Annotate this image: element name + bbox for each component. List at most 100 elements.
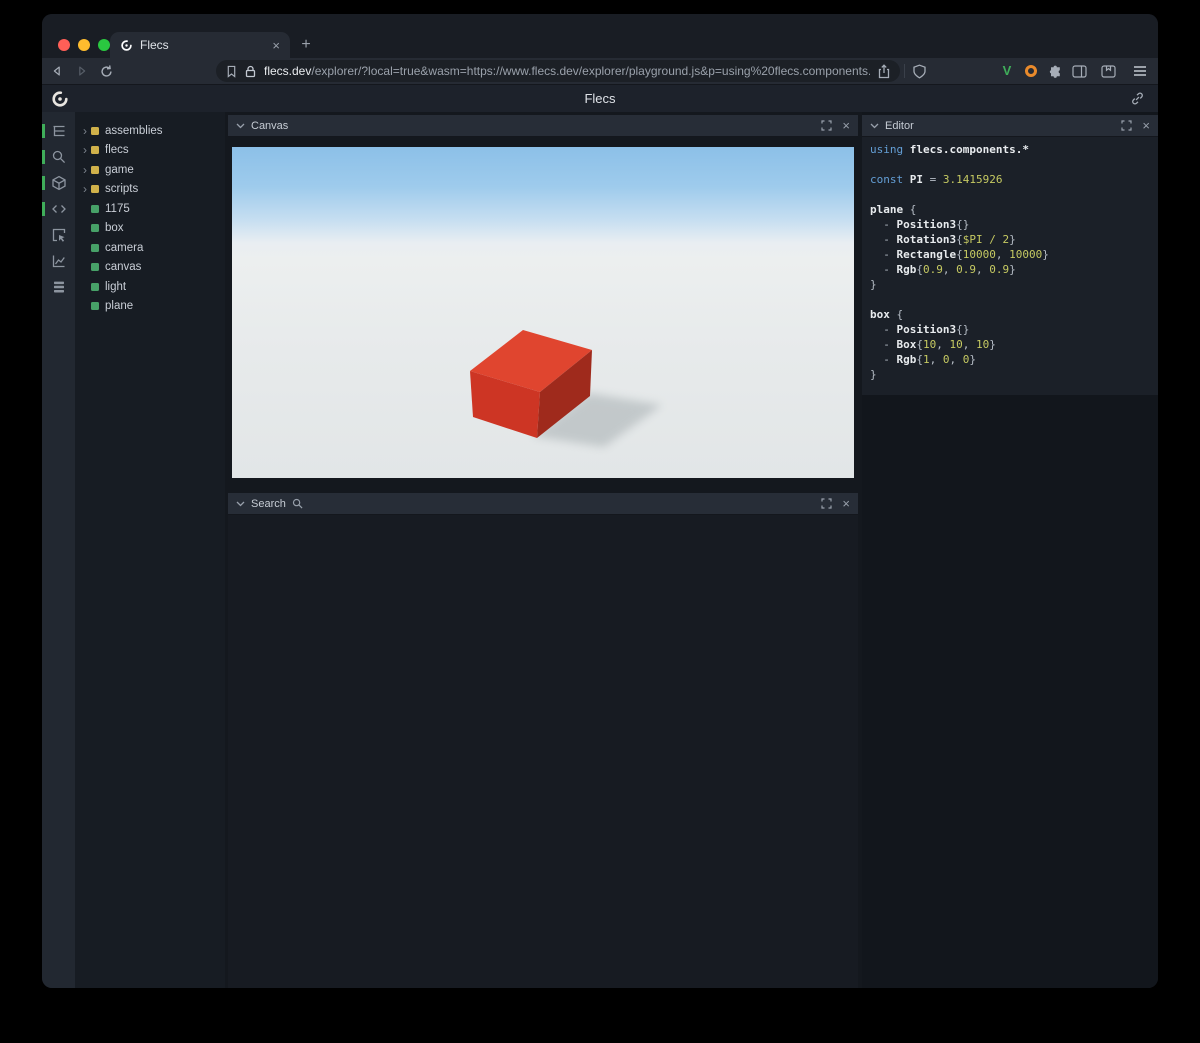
url-domain: flecs.dev [264,64,312,78]
tab-strip: Flecs × + [42,14,1158,58]
tree-item-label: assemblies [105,124,163,137]
cube-icon [51,175,67,191]
tree-item-box[interactable]: box [75,219,225,239]
tab-close-icon[interactable]: × [272,39,280,52]
active-indicator [42,124,45,138]
expand-panel-icon[interactable] [821,498,833,509]
chevron-down-icon[interactable] [236,501,245,507]
expand-chevron-icon[interactable]: › [79,125,91,137]
expand-panel-icon[interactable] [1121,120,1133,131]
rail-button-code[interactable] [42,196,75,222]
rail-button-inspect[interactable] [42,222,75,248]
canvas-panel-header: Canvas × [228,115,858,137]
entity-color-square-icon [91,302,99,311]
chevron-down-icon[interactable] [236,123,245,129]
expand-chevron-icon[interactable]: › [79,144,91,156]
tree-item-flecs[interactable]: › flecs [75,141,225,161]
code-line: - Box{10, 10, 10} [870,338,996,351]
code-area[interactable]: using flecs.components.* const PI = 3.14… [870,142,1150,382]
browser-window: Flecs × + flecs.dev/explorer/?local=true… [42,14,1158,988]
expand-chevron-icon[interactable]: › [79,164,91,176]
reading-list-icon[interactable] [1100,63,1116,79]
extensions-puzzle-icon[interactable] [1047,63,1063,79]
rail-button-stack[interactable] [42,274,75,300]
reload-button[interactable] [98,63,114,79]
code-line: - Rgb{1, 0, 0} [870,353,976,366]
forward-button[interactable] [74,63,90,79]
tree-item-label: scripts [105,183,139,196]
editor-panel-header: Editor × [862,115,1158,137]
rail-button-search[interactable] [42,144,75,170]
entity-color-square-icon [91,243,99,252]
window-zoom-button[interactable] [98,39,110,51]
canvas-3d-viewport[interactable] [232,147,854,478]
share-icon[interactable] [878,63,890,79]
search-icon [292,498,303,509]
entity-color-square-icon [91,224,99,233]
tree-item-light[interactable]: light [75,277,225,297]
chart-icon [51,253,67,269]
expand-chevron-icon[interactable]: › [79,183,91,195]
tree-item-label: flecs [105,144,129,157]
search-panel-body [228,515,858,988]
tree-item-label: canvas [105,261,142,274]
app-header: Flecs [42,84,1158,112]
close-panel-icon[interactable]: × [842,497,850,510]
expand-panel-icon[interactable] [821,120,833,131]
tree-item-plane[interactable]: plane [75,297,225,317]
editor-panel-body: using flecs.components.* const PI = 3.14… [862,137,1158,395]
module-color-square-icon [91,126,99,135]
code-line: } [870,368,877,381]
new-tab-button[interactable]: + [296,35,316,55]
rail-button-cube[interactable] [42,170,75,196]
tree-item-canvas[interactable]: canvas [75,258,225,278]
close-panel-icon[interactable]: × [842,119,850,132]
url-path: /explorer/?local=true&wasm=https://www.f… [311,64,870,78]
module-color-square-icon [91,165,99,174]
canvas-panel-title: Canvas [251,119,289,132]
tree-item-1175[interactable]: 1175 [75,199,225,219]
tree-item-scripts[interactable]: › scripts [75,180,225,200]
module-color-square-icon [91,146,99,155]
rail-button-tree[interactable] [42,118,75,144]
back-button[interactable] [49,63,65,79]
module-color-square-icon [91,185,99,194]
tree-item-label: game [105,163,134,176]
window-close-button[interactable] [58,39,70,51]
tree-item-game[interactable]: › game [75,160,225,180]
window-minimize-button[interactable] [78,39,90,51]
lock-icon [245,65,256,78]
editor-column: Editor × using flecs.components.* const … [862,112,1158,988]
side-panel-icon[interactable] [1071,63,1087,79]
address-bar[interactable]: flecs.dev/explorer/?local=true&wasm=http… [216,60,900,82]
search-panel-header: Search × [228,493,858,515]
tree-item-label: box [105,222,124,235]
rail-button-chart[interactable] [42,248,75,274]
tree-item-camera[interactable]: camera [75,238,225,258]
extension-orange-icon[interactable] [1023,63,1039,79]
flecs-logo-icon [51,90,69,108]
tree-item-assemblies[interactable]: › assemblies [75,121,225,141]
share-link-icon[interactable] [1130,91,1146,107]
canvas-panel-body [228,137,858,480]
shield-icon[interactable] [911,63,927,79]
tree-item-label: light [105,280,127,293]
desktop-background: Flecs × + flecs.dev/explorer/?local=true… [0,0,1200,1043]
browser-tab[interactable]: Flecs × [110,32,290,58]
menu-icon[interactable] [1132,63,1148,79]
active-indicator [42,176,45,190]
search-panel: Search × [228,493,858,988]
search-panel-title: Search [251,497,286,510]
active-indicator [42,202,45,216]
entity-color-square-icon [91,204,99,213]
chevron-down-icon[interactable] [870,123,879,129]
extension-v-icon[interactable]: V [999,63,1015,79]
bookmark-icon[interactable] [226,65,237,78]
tree-item-label: camera [105,241,144,254]
flecs-favicon-icon [120,39,133,52]
editor-panel: Editor × using flecs.components.* const … [862,115,1158,395]
close-panel-icon[interactable]: × [1142,119,1150,132]
